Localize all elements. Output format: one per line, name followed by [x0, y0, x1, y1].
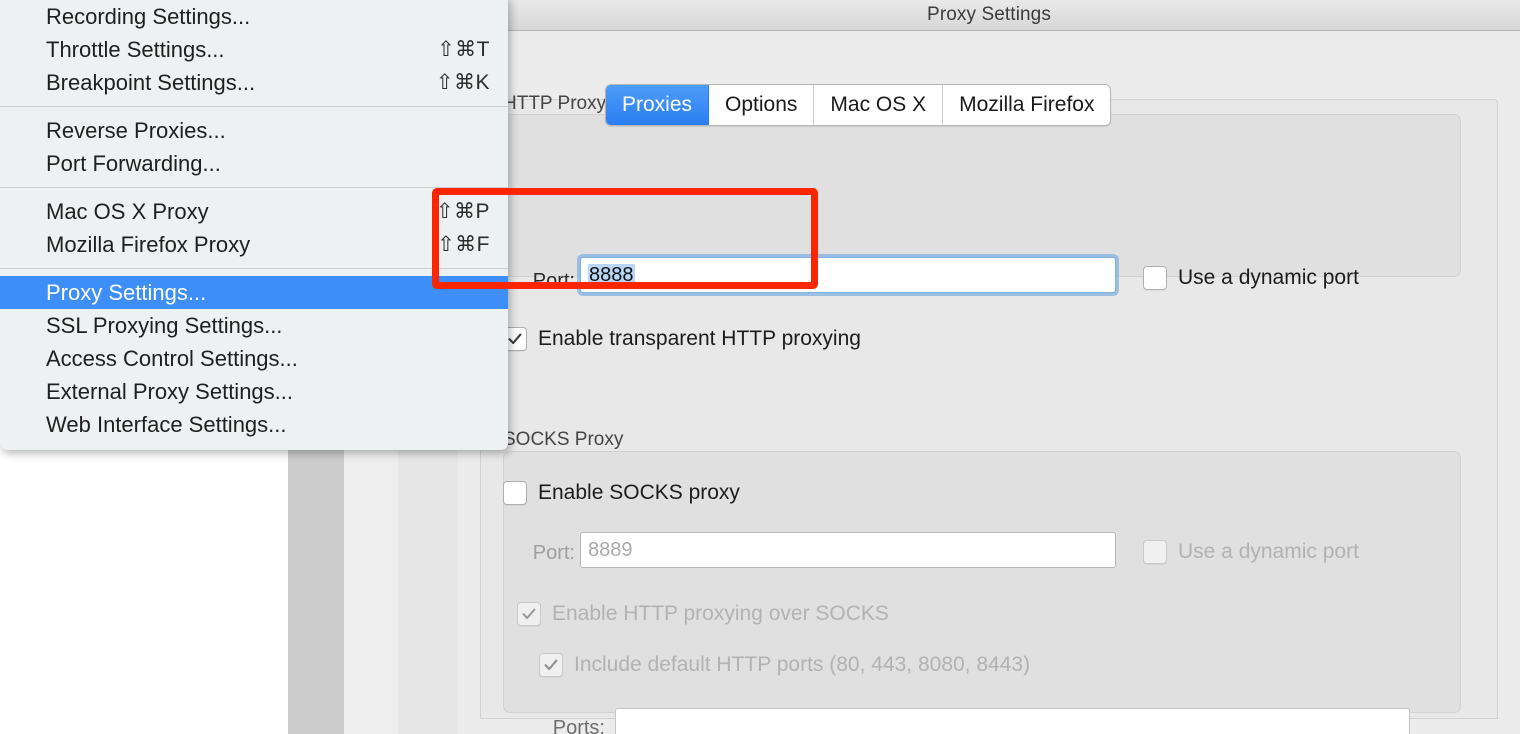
socks-enable-label: Enable SOCKS proxy — [538, 481, 740, 504]
socks-enable-checkbox-row[interactable]: Enable SOCKS proxy — [503, 481, 740, 505]
socks-proxy-section-label: SOCKS Proxy — [503, 429, 624, 450]
socks-ports-input[interactable] — [615, 708, 1410, 734]
menu-item-throttle-settings[interactable]: Throttle Settings... ⇧⌘T — [0, 33, 508, 66]
menu-item-port-forwarding[interactable]: Port Forwarding... — [0, 147, 508, 180]
http-port-input[interactable]: 8888 — [580, 257, 1116, 293]
menu-item-label: Access Control Settings... — [46, 345, 298, 371]
proxy-menu: Recording Settings... Throttle Settings.… — [0, 0, 508, 450]
proxy-settings-dialog: Proxy Settings HTTP Proxy Port: 8888 Use… — [458, 0, 1520, 734]
socks-dynamic-port-label: Use a dynamic port — [1178, 540, 1359, 563]
menu-separator — [0, 106, 508, 107]
checkbox-icon-unchecked[interactable] — [503, 481, 527, 505]
socks-dynamic-port-checkbox-row[interactable]: Use a dynamic port — [1143, 540, 1359, 564]
menu-item-label: Proxy Settings... — [46, 279, 207, 305]
dialog-title: Proxy Settings — [927, 4, 1051, 25]
http-dynamic-port-label: Use a dynamic port — [1178, 266, 1359, 289]
menu-item-label: SSL Proxying Settings... — [46, 312, 283, 338]
http-proxy-groupbox — [503, 114, 1461, 277]
dialog-body: HTTP Proxy Port: 8888 Use a dynamic port — [458, 31, 1520, 734]
menu-item-shortcut: ⇧⌘F — [437, 233, 490, 256]
tab-mac-os-x-label: Mac OS X — [830, 93, 927, 116]
screenshot-root: Proxy Settings HTTP Proxy Port: 8888 Use… — [0, 0, 1520, 734]
socks-include-default-ports-label: Include default HTTP ports (80, 443, 808… — [574, 653, 1031, 676]
dialog-titlebar[interactable]: Proxy Settings — [458, 0, 1520, 31]
http-dynamic-port-checkbox-row[interactable]: Use a dynamic port — [1143, 266, 1359, 290]
socks-port-input[interactable]: 8889 — [580, 532, 1116, 568]
socks-port-label: Port: — [532, 542, 575, 564]
checkbox-icon-unchecked-disabled[interactable] — [1143, 540, 1167, 564]
checkbox-icon-checked-disabled[interactable] — [517, 602, 541, 626]
menu-item-proxy-settings[interactable]: Proxy Settings... — [0, 276, 508, 309]
menu-separator — [0, 268, 508, 269]
menu-item-external-proxy-settings[interactable]: External Proxy Settings... — [0, 375, 508, 408]
menu-item-breakpoint-settings[interactable]: Breakpoint Settings... ⇧⌘K — [0, 66, 508, 99]
tab-proxies[interactable]: Proxies — [606, 85, 710, 125]
settings-tabbar: Proxies Options Mac OS X Mozilla Firefox — [605, 84, 1112, 126]
menu-item-ssl-proxying-settings[interactable]: SSL Proxying Settings... — [0, 309, 508, 342]
checkbox-icon-checked-disabled[interactable] — [539, 653, 563, 677]
tab-options-label: Options — [725, 93, 798, 116]
checkbox-icon-unchecked[interactable] — [1143, 266, 1167, 290]
menu-item-mac-os-x-proxy[interactable]: Mac OS X Proxy ⇧⌘P — [0, 195, 508, 228]
http-transparent-proxying-checkbox-row[interactable]: Enable transparent HTTP proxying — [503, 327, 861, 351]
tab-proxies-label: Proxies — [622, 93, 693, 116]
menu-item-recording-settings[interactable]: Recording Settings... — [0, 0, 508, 33]
menu-item-label: Reverse Proxies... — [46, 117, 226, 143]
menu-item-shortcut: ⇧⌘T — [437, 38, 490, 61]
menu-item-label: Mozilla Firefox Proxy — [46, 231, 251, 257]
proxies-tab-panel: HTTP Proxy Port: 8888 Use a dynamic port — [480, 93, 1498, 734]
menu-separator — [0, 187, 508, 188]
socks-http-over-socks-label: Enable HTTP proxying over SOCKS — [552, 602, 889, 625]
socks-ports-label: Ports: — [552, 717, 605, 734]
tab-options[interactable]: Options — [709, 85, 815, 125]
http-transparent-proxying-label: Enable transparent HTTP proxying — [538, 327, 861, 350]
socks-port-placeholder: 8889 — [588, 539, 633, 561]
menu-item-label: Recording Settings... — [46, 3, 251, 29]
socks-include-default-ports-checkbox-row[interactable]: Include default HTTP ports (80, 443, 808… — [539, 653, 1030, 677]
menu-item-shortcut: ⇧⌘P — [435, 200, 490, 223]
menu-item-label: Mac OS X Proxy — [46, 198, 209, 224]
http-proxy-section-label: HTTP Proxy — [503, 93, 607, 114]
menu-item-label: Breakpoint Settings... — [46, 69, 256, 95]
menu-item-label: External Proxy Settings... — [46, 378, 293, 404]
menu-item-access-control-settings[interactable]: Access Control Settings... — [0, 342, 508, 375]
menu-item-label: Web Interface Settings... — [46, 411, 287, 437]
tab-mac-os-x[interactable]: Mac OS X — [814, 85, 944, 125]
tab-mozilla-firefox[interactable]: Mozilla Firefox — [943, 85, 1111, 125]
menu-item-label: Port Forwarding... — [46, 150, 221, 176]
menu-item-reverse-proxies[interactable]: Reverse Proxies... — [0, 114, 508, 147]
menu-item-mozilla-firefox-proxy[interactable]: Mozilla Firefox Proxy ⇧⌘F — [0, 228, 508, 261]
menu-item-shortcut: ⇧⌘K — [435, 71, 490, 94]
socks-http-over-socks-checkbox-row[interactable]: Enable HTTP proxying over SOCKS — [517, 602, 889, 626]
menu-item-label: Throttle Settings... — [46, 36, 225, 62]
tab-mozilla-firefox-label: Mozilla Firefox — [959, 93, 1095, 116]
menu-item-web-interface-settings[interactable]: Web Interface Settings... — [0, 408, 508, 441]
http-port-value: 8888 — [588, 263, 635, 287]
